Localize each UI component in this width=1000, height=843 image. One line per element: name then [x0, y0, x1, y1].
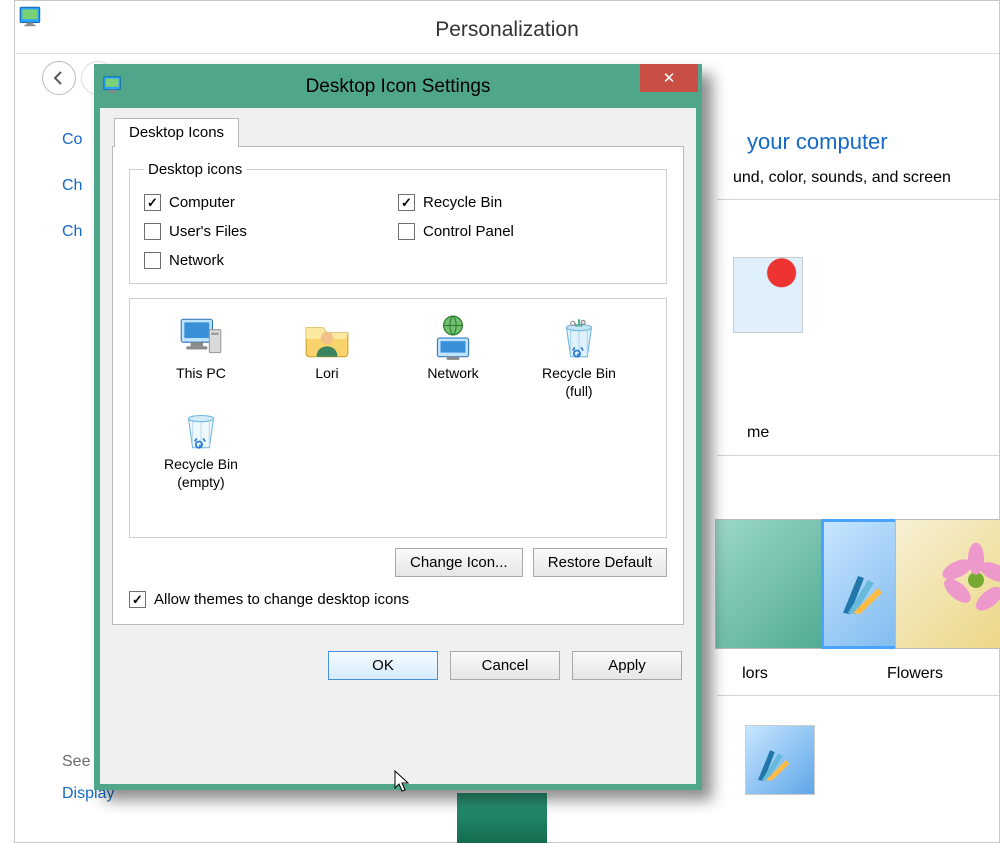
tab-panel: Desktop icons Computer User's Files	[112, 146, 684, 625]
swatch-fan-icon	[754, 744, 794, 784]
see-also-label: See	[62, 753, 90, 771]
side-link-a[interactable]: Co	[62, 131, 82, 149]
dialog-footer: OK Cancel Apply	[100, 639, 696, 680]
taskbar-fragment	[457, 793, 547, 843]
checkbox-icon	[398, 223, 415, 240]
theme-label-flowers: Flowers	[855, 665, 975, 683]
preview-label: Recycle Bin (full)	[542, 365, 616, 400]
computer-icon	[173, 313, 229, 363]
preview-network[interactable]: Network	[390, 309, 516, 400]
preview-recycle-empty[interactable]: Recycle Bin (empty)	[138, 400, 264, 491]
network-icon	[425, 313, 481, 363]
checkbox-control-panel[interactable]: Control Panel	[398, 223, 652, 240]
checkbox-label: Network	[169, 252, 224, 269]
theme-thumb[interactable]	[733, 257, 803, 333]
recycle-bin-full-icon	[551, 313, 607, 363]
checkbox-recycle-bin[interactable]: Recycle Bin	[398, 194, 652, 211]
group-legend: Desktop icons	[144, 161, 246, 178]
dialog-titlebar[interactable]: Desktop Icon Settings ✕	[98, 68, 698, 108]
page-headline: your computer	[747, 129, 888, 155]
checkbox-network[interactable]: Network	[144, 252, 398, 269]
preview-label: Recycle Bin (empty)	[164, 456, 238, 491]
icon-preview-area: This PC Lori	[129, 298, 667, 538]
checkbox-icon	[144, 223, 161, 240]
preview-label: Lori	[315, 365, 338, 383]
checkbox-label: Allow themes to change desktop icons	[154, 591, 409, 608]
preview-label: Network	[427, 365, 478, 383]
window-title: Personalization	[435, 18, 579, 42]
theme-label-lors: lors	[715, 665, 795, 683]
dialog-title: Desktop Icon Settings	[98, 76, 698, 98]
preview-label: This PC	[176, 365, 226, 383]
desktop-icon-settings-dialog: Desktop Icon Settings ✕ Desktop Icons De…	[94, 64, 702, 790]
theme-small-thumb[interactable]	[745, 725, 815, 795]
personalization-app-icon	[18, 4, 44, 30]
nav-back-button[interactable]	[42, 61, 76, 95]
dialog-body: Desktop Icons Desktop icons Computer Use…	[100, 108, 696, 639]
preview-this-pc[interactable]: This PC	[138, 309, 264, 400]
checkbox-label: User's Files	[169, 223, 247, 240]
preview-user[interactable]: Lori	[264, 309, 390, 400]
desktop-icons-group: Desktop icons Computer User's Files	[129, 161, 667, 284]
checkbox-icon	[129, 591, 146, 608]
checkbox-icon	[398, 194, 415, 211]
checkbox-icon	[144, 252, 161, 269]
checkbox-label: Computer	[169, 194, 235, 211]
side-link-c[interactable]: Ch	[62, 223, 82, 241]
ok-button[interactable]: OK	[328, 651, 438, 680]
flower-icon	[936, 540, 1000, 620]
close-button[interactable]: ✕	[640, 64, 698, 92]
cancel-button[interactable]: Cancel	[450, 651, 560, 680]
close-icon: ✕	[663, 69, 676, 87]
swatch-fan-icon	[838, 568, 888, 618]
recycle-bin-empty-icon	[173, 404, 229, 454]
divider	[717, 455, 999, 456]
checkbox-label: Recycle Bin	[423, 194, 502, 211]
checkbox-label: Control Panel	[423, 223, 514, 240]
arrow-left-icon	[51, 70, 67, 86]
divider	[717, 695, 999, 696]
divider	[15, 53, 999, 54]
change-icon-button[interactable]: Change Icon...	[395, 548, 523, 577]
user-folder-icon	[299, 313, 355, 363]
apply-button[interactable]: Apply	[572, 651, 682, 680]
checkbox-computer[interactable]: Computer	[144, 194, 398, 211]
tab-desktop-icons[interactable]: Desktop Icons	[114, 118, 239, 147]
theme-thumb-flowers[interactable]	[895, 519, 1000, 649]
page-subtext: und, color, sounds, and screen	[733, 169, 951, 187]
side-link-b[interactable]: Ch	[62, 177, 82, 195]
checkbox-icon	[144, 194, 161, 211]
checkbox-allow-themes[interactable]: Allow themes to change desktop icons	[129, 591, 667, 608]
preview-recycle-full[interactable]: Recycle Bin (full)	[516, 309, 642, 400]
divider	[717, 199, 999, 200]
checkbox-users-files[interactable]: User's Files	[144, 223, 398, 240]
label-me: me	[747, 424, 769, 442]
restore-default-button[interactable]: Restore Default	[533, 548, 667, 577]
